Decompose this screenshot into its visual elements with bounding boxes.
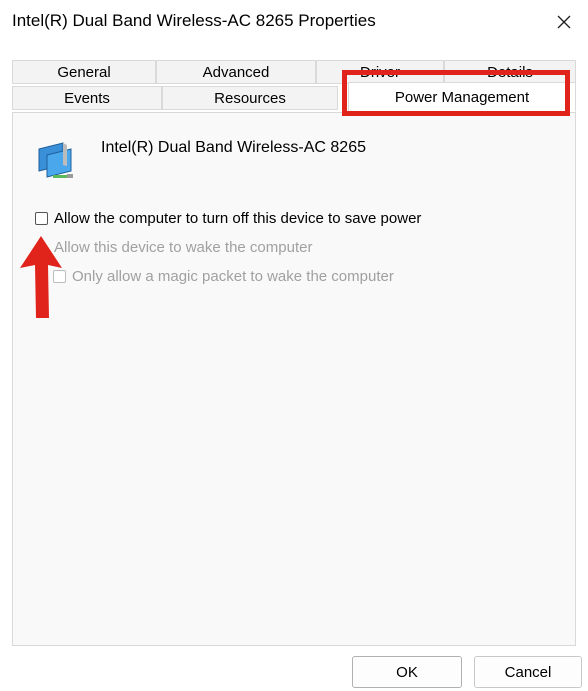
tab-power-management[interactable]: Power Management xyxy=(348,82,576,112)
allow-wake-label: Allow this device to wake the computer xyxy=(54,239,313,256)
tab-advanced[interactable]: Advanced xyxy=(156,60,316,84)
window-title: Intel(R) Dual Band Wireless-AC 8265 Prop… xyxy=(12,11,376,30)
tab-events[interactable]: Events xyxy=(12,86,162,110)
network-adapter-icon xyxy=(38,142,73,178)
allow-turn-off-label: Allow the computer to turn off this devi… xyxy=(54,210,422,227)
magic-packet-option: Only allow a magic packet to wake the co… xyxy=(53,268,394,285)
device-name: Intel(R) Dual Band Wireless-AC 8265 xyxy=(101,139,366,156)
dialog-footer: OK Cancel xyxy=(0,646,588,691)
magic-packet-checkbox xyxy=(53,270,66,283)
allow-turn-off-option[interactable]: Allow the computer to turn off this devi… xyxy=(35,210,421,227)
cancel-button[interactable]: Cancel xyxy=(474,656,582,688)
close-button[interactable] xyxy=(540,0,588,44)
tab-details[interactable]: Details xyxy=(444,60,576,84)
properties-dialog: Intel(R) Dual Band Wireless-AC 8265 Prop… xyxy=(0,0,588,691)
power-management-panel: Intel(R) Dual Band Wireless-AC 8265 Allo… xyxy=(12,112,576,646)
tab-driver[interactable]: Driver xyxy=(316,60,444,84)
magic-packet-label: Only allow a magic packet to wake the co… xyxy=(72,268,394,285)
tab-general[interactable]: General xyxy=(12,60,156,84)
tab-resources[interactable]: Resources xyxy=(162,86,338,110)
close-icon xyxy=(557,15,571,29)
allow-wake-option: Allow this device to wake the computer xyxy=(35,239,312,256)
title-bar: Intel(R) Dual Band Wireless-AC 8265 Prop… xyxy=(0,0,588,44)
tab-strip: General Advanced Driver Details Events R… xyxy=(12,60,576,112)
allow-turn-off-checkbox[interactable] xyxy=(35,212,48,225)
ok-button[interactable]: OK xyxy=(352,656,462,688)
